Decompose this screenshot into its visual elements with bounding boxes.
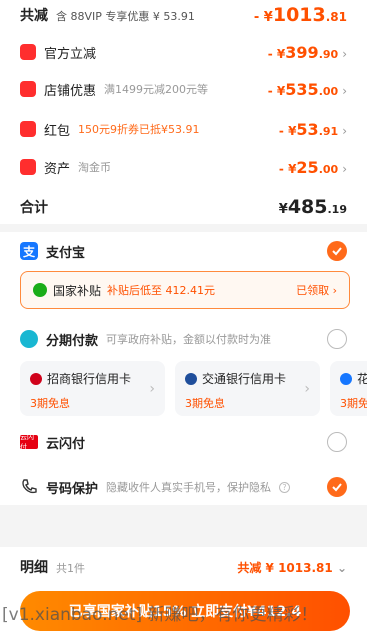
discount-item-label: 资产 (44, 161, 71, 177)
subsidy-note: 补贴后低至 412.41元 (107, 284, 216, 297)
discount-item-row[interactable]: 资产 淘金币 - ¥ 25 .00 › (0, 155, 367, 179)
installment-label: 分期付款 (46, 333, 99, 349)
privacy-label: 号码保护 (46, 481, 99, 497)
subsidy-banner[interactable]: 国家补贴 补贴后低至 412.41元 已领取 › (20, 271, 350, 309)
bottom-spacer (0, 505, 367, 547)
alipay-option[interactable]: 支 支付宝 (0, 240, 367, 262)
privacy-checkbox[interactable] (327, 477, 347, 497)
red-packet-icon (20, 121, 36, 137)
discount-item-amount: - ¥ 399 .90 › (267, 42, 347, 62)
lightning-icon (20, 44, 36, 60)
detail-total: 共减 ¥ 1013.81 ⌄ (237, 560, 347, 575)
installment-icon (20, 330, 38, 348)
bank-name: 交通银行信用卡 (202, 372, 287, 386)
unionpay-label: 云闪付 (46, 436, 86, 452)
bank-card-option[interactable]: 交通银行信用卡 3期免息 › (175, 361, 320, 416)
discount-item-row[interactable]: 店铺优惠 满1499元减200元等 - ¥ 535 .00 › (0, 77, 367, 101)
subtotal-amount: ¥ 485 .19 (278, 196, 347, 218)
tag-icon (20, 159, 36, 175)
bocom-logo-icon (185, 372, 197, 385)
discount-item-amount: - ¥ 535 .00 › (267, 79, 347, 99)
bank-name: 花 (357, 372, 367, 386)
subsidy-status: 已领取 › (296, 284, 337, 297)
discount-item-note: 满1499元减200元等 (104, 83, 209, 96)
phone-icon (22, 479, 37, 494)
bank-card-option[interactable]: 招商银行信用卡 3期免息 › (20, 361, 165, 416)
privacy-note: 隐藏收件人真实手机号，保护隐私 (106, 481, 272, 494)
discount-item-amount: - ¥ 25 .00 › (278, 157, 347, 177)
discount-item-label: 店铺优惠 (44, 83, 97, 99)
shop-coupon-icon (20, 81, 36, 97)
help-icon[interactable]: ? (279, 481, 291, 493)
chevron-right-icon: › (304, 381, 310, 397)
huabei-logo-icon (340, 372, 352, 385)
subtotal-row: 合计 ¥ 485 .19 (0, 195, 367, 219)
installment-radio[interactable] (327, 329, 347, 349)
unionpay-icon: 云闪付 (20, 433, 38, 451)
bank-card-list: 招商银行信用卡 3期免息 › 交通银行信用卡 3期免息 › 花 3期免 › (20, 361, 367, 416)
subsidy-label: 国家补贴 (53, 283, 102, 298)
subtotal-label: 合计 (20, 200, 48, 216)
chevron-right-icon: › (342, 46, 347, 61)
chevron-right-icon: › (149, 381, 155, 397)
total-discount-label: 共减 (20, 8, 48, 24)
cmb-logo-icon (30, 372, 42, 385)
alipay-label: 支付宝 (46, 245, 86, 261)
installment-option[interactable]: 分期付款 可享政府补贴，金额以付款时为准 (0, 328, 367, 350)
privacy-option[interactable]: 号码保护 隐藏收件人真实手机号，保护隐私 ? (0, 476, 367, 498)
watermark: [v1.xianbao.net] 新赚吧，有你更精彩！ (2, 605, 318, 625)
detail-count: 共1件 (56, 562, 85, 575)
total-discount-row: 共减 含 88VIP 专享优惠 ¥ 53.91 - ¥ 1013 .81 (0, 4, 367, 26)
discount-item-row[interactable]: 官方立减 - ¥ 399 .90 › (0, 40, 367, 64)
total-discount-amount: - ¥ 1013 .81 (253, 4, 347, 26)
detail-bar[interactable]: 明细 共1件 共减 ¥ 1013.81 ⌄ (0, 556, 367, 578)
discount-item-label: 官方立减 (44, 46, 97, 62)
alipay-icon: 支 (20, 242, 38, 260)
chevron-right-icon: › (342, 83, 347, 98)
discount-item-amount: - ¥ 53 .91 › (278, 119, 347, 139)
chevron-right-icon: › (342, 161, 347, 176)
bank-card-option[interactable]: 花 3期免 › (330, 361, 367, 416)
bank-promo: 3期免息 (185, 397, 225, 410)
total-discount-note: 含 88VIP 专享优惠 ¥ 53.91 (56, 10, 195, 23)
detail-label: 明细 (20, 560, 48, 576)
bank-promo: 3期免 (340, 397, 367, 410)
installment-note: 可享政府补贴，金额以付款时为准 (106, 333, 272, 346)
unionpay-option[interactable]: 云闪付 云闪付 (0, 431, 367, 453)
discount-item-note: 150元9折券已抵¥53.91 (78, 123, 200, 136)
discount-item-row[interactable]: 红包 150元9折券已抵¥53.91 - ¥ 53 .91 › (0, 117, 367, 141)
alipay-radio[interactable] (327, 241, 347, 261)
subsidy-icon (33, 283, 47, 297)
discount-item-note: 淘金币 (78, 161, 112, 174)
chevron-right-icon: › (342, 123, 347, 138)
bank-name: 招商银行信用卡 (47, 372, 132, 386)
discount-item-label: 红包 (44, 123, 71, 139)
bank-promo: 3期免息 (30, 397, 70, 410)
section-divider (0, 224, 367, 232)
unionpay-radio[interactable] (327, 432, 347, 452)
